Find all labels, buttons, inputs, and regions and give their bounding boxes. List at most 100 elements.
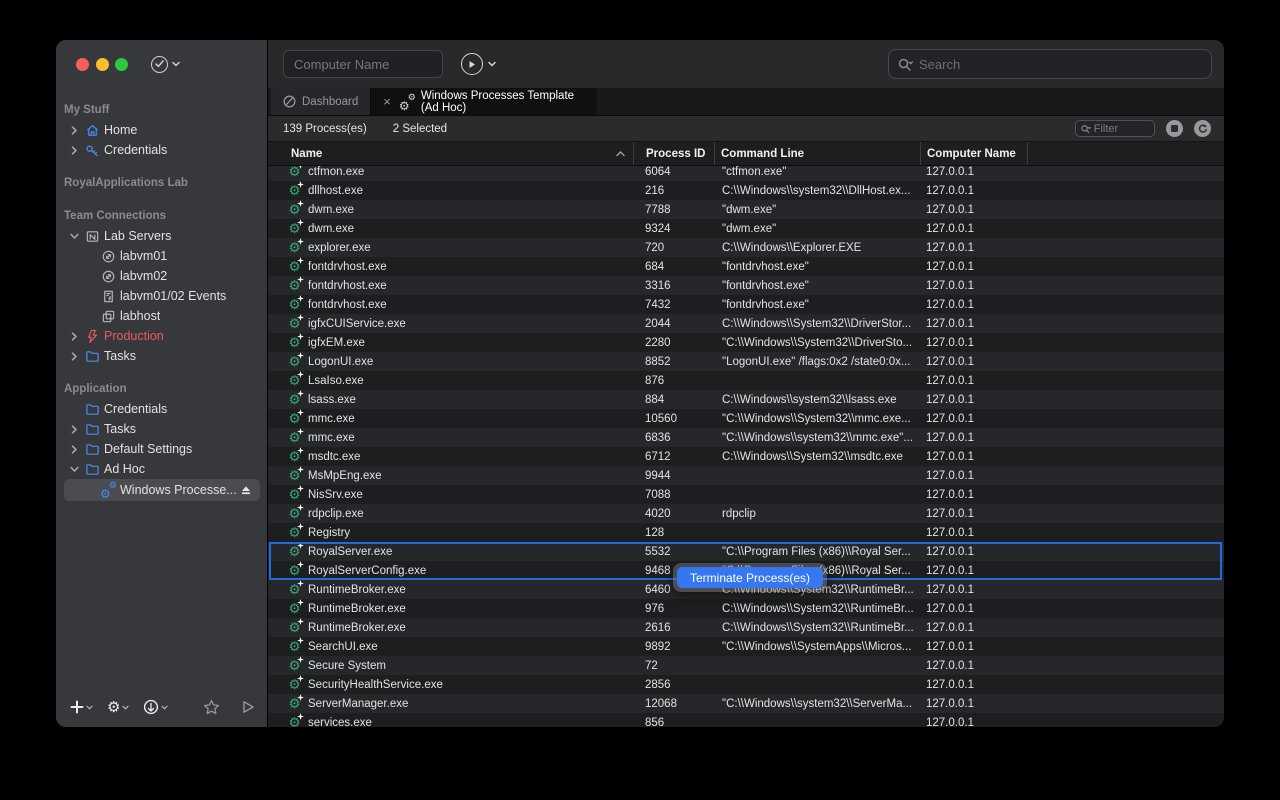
table-row[interactable]: ⚙RuntimeBroker.exe976C:\\Windows\\System… [268, 599, 1224, 618]
sidebar-item-tasks[interactable]: Tasks [56, 346, 267, 366]
table-row[interactable]: ⚙Registry128127.0.0.1 [268, 523, 1224, 542]
chevron-right-icon[interactable] [70, 425, 84, 434]
table-row[interactable]: ⚙explorer.exe720C:\\Windows\\Explorer.EX… [268, 238, 1224, 257]
command-line-cell [714, 485, 920, 504]
computer-name-input[interactable] [284, 51, 443, 77]
sidebar-item-production[interactable]: Production [56, 326, 267, 346]
table-row[interactable]: ⚙igfxEM.exe2280"C:\\Windows\\System32\\D… [268, 333, 1224, 352]
process-name-cell: ⚙SecurityHealthService.exe [268, 675, 633, 694]
process-name-cell: ⚙igfxEM.exe [268, 333, 633, 352]
column-header-computer-name[interactable]: Computer Name [920, 142, 1027, 165]
column-header-process-id[interactable]: Process ID [633, 142, 714, 165]
table-row[interactable]: ⚙dwm.exe7788"dwm.exe"127.0.0.1 [268, 200, 1224, 219]
terminate-tooltip: Terminate Process(es) [673, 563, 827, 592]
process-name-cell: ⚙dwm.exe [268, 200, 633, 219]
sidebar-item-labvm01[interactable]: labvm01 [56, 246, 267, 266]
connect-selected-button[interactable] [242, 700, 255, 714]
search-input[interactable] [919, 57, 1202, 72]
sidebar-section: RoyalApplications Lab [56, 173, 267, 193]
chevron-right-icon[interactable] [70, 352, 84, 361]
table-row[interactable]: ⚙RoyalServer.exe5532"C:\\Program Files (… [268, 542, 1224, 561]
command-line-cell: "C:\\Program Files (x86)\\Royal Ser... [714, 542, 920, 561]
chevron-right-icon[interactable] [70, 445, 84, 454]
table-row[interactable]: ⚙mmc.exe6836"C:\\Windows\\system32\\mmc.… [268, 428, 1224, 447]
folder-icon [84, 421, 100, 437]
table-row[interactable]: ⚙SecurityHealthService.exe2856127.0.0.1 [268, 675, 1224, 694]
table-row[interactable]: ⚙igfxCUIService.exe2044C:\\Windows\\Syst… [268, 314, 1224, 333]
sidebar-item-default-settings[interactable]: Default Settings [56, 439, 267, 459]
process-id-cell: 720 [633, 238, 714, 257]
table-row[interactable]: ⚙services.exe856127.0.0.1 [268, 713, 1224, 727]
sidebar-item-labvm01-02-events[interactable]: labvm01/02 Events [56, 286, 267, 306]
process-name-cell: ⚙LsaIso.exe [268, 371, 633, 390]
table-row[interactable]: ⚙fontdrvhost.exe7432"fontdrvhost.exe"127… [268, 295, 1224, 314]
stop-button[interactable] [1166, 120, 1183, 137]
command-line-cell [714, 523, 920, 542]
spacer-cell [1027, 276, 1224, 295]
table-row[interactable]: ⚙dwm.exe9324"dwm.exe"127.0.0.1 [268, 219, 1224, 238]
tab-dashboard[interactable]: Dashboard [271, 88, 371, 115]
computer-name-combobox[interactable] [283, 50, 443, 78]
computer-name-cell: 127.0.0.1 [920, 523, 1027, 542]
table-row[interactable]: ⚙MsMpEng.exe9944127.0.0.1 [268, 466, 1224, 485]
column-header-command-line[interactable]: Command Line [714, 142, 920, 165]
table-row[interactable]: ⚙mmc.exe10560"C:\\Windows\\System32\\mmc… [268, 409, 1224, 428]
filter-field[interactable] [1075, 120, 1155, 137]
add-object-button[interactable] [70, 700, 93, 714]
eject-icon[interactable] [240, 485, 252, 495]
process-id-cell: 6712 [633, 447, 714, 466]
chevron-right-icon[interactable] [70, 332, 84, 341]
sort-options-button[interactable] [143, 699, 168, 715]
run-template-button[interactable] [461, 53, 496, 75]
table-row[interactable]: ⚙msdtc.exe6712C:\\Windows\\System32\\msd… [268, 447, 1224, 466]
sidebar-item-credentials[interactable]: Credentials [56, 399, 267, 419]
sidebar-item-labvm02[interactable]: labvm02 [56, 266, 267, 286]
settings-menu-button[interactable]: ⚙ [107, 700, 129, 715]
sidebar-item-labhost[interactable]: labhost [56, 306, 267, 326]
table-row[interactable]: ⚙lsass.exe884C:\\Windows\\system32\\lsas… [268, 390, 1224, 409]
process-gear-icon: ⚙ [287, 297, 302, 312]
table-row[interactable]: ⚙ctfmon.exe6064"ctfmon.exe"127.0.0.1 [268, 166, 1224, 181]
table-row[interactable]: ⚙dllhost.exe216C:\\Windows\\system32\\Dl… [268, 181, 1224, 200]
terminate-processes-button[interactable]: Terminate Process(es) [677, 567, 823, 588]
spacer-cell [1027, 637, 1224, 656]
table-row[interactable]: ⚙Secure System72127.0.0.1 [268, 656, 1224, 675]
minimize-window-button[interactable] [96, 58, 109, 71]
table-row[interactable]: ⚙NisSrv.exe7088127.0.0.1 [268, 485, 1224, 504]
sidebar-item-label: Credentials [104, 143, 167, 157]
column-header-name[interactable]: Name [268, 142, 633, 165]
command-line-cell: "fontdrvhost.exe" [714, 295, 920, 314]
close-tab-icon[interactable]: × [383, 94, 391, 109]
process-id-cell: 5532 [633, 542, 714, 561]
chevron-down-icon[interactable] [70, 465, 84, 473]
table-row[interactable]: ⚙fontdrvhost.exe3316"fontdrvhost.exe"127… [268, 276, 1224, 295]
table-row[interactable]: ⚙SearchUI.exe9892"C:\\Windows\\SystemApp… [268, 637, 1224, 656]
sidebar-item-home[interactable]: Home [56, 120, 267, 140]
chevron-down-icon[interactable] [70, 232, 84, 240]
sidebar-item-lab-servers[interactable]: Lab Servers [56, 226, 267, 246]
table-row[interactable]: ⚙LsaIso.exe876127.0.0.1 [268, 371, 1224, 390]
table-row[interactable]: ⚙ServerManager.exe12068"C:\\Windows\\sys… [268, 694, 1224, 713]
sidebar-item-ad-hoc[interactable]: Ad Hoc [56, 459, 267, 479]
sidebar-item-tasks[interactable]: Tasks [56, 419, 267, 439]
gears-icon: ⚙⚙ [399, 94, 415, 110]
sidebar-item-credentials[interactable]: Credentials [56, 140, 267, 160]
table-row[interactable]: ⚙LogonUI.exe8852"LogonUI.exe" /flags:0x2… [268, 352, 1224, 371]
zoom-window-button[interactable] [115, 58, 128, 71]
process-name-cell: ⚙ServerManager.exe [268, 694, 633, 713]
search-field[interactable] [888, 49, 1212, 79]
refresh-button[interactable] [1194, 120, 1211, 137]
table-row[interactable]: ⚙rdpclip.exe4020rdpclip127.0.0.1 [268, 504, 1224, 523]
favorites-button[interactable] [203, 699, 220, 715]
process-gear-icon: ⚙ [287, 411, 302, 426]
connect-action-button[interactable] [151, 56, 180, 73]
sidebar-item-windows-processe[interactable]: ⚙⚙Windows Processe... [64, 479, 260, 501]
filter-input[interactable] [1094, 123, 1149, 135]
table-row[interactable]: ⚙fontdrvhost.exe684"fontdrvhost.exe"127.… [268, 257, 1224, 276]
chevron-right-icon[interactable] [70, 146, 84, 155]
chevron-right-icon[interactable] [70, 126, 84, 135]
table-row[interactable]: ⚙RuntimeBroker.exe2616C:\\Windows\\Syste… [268, 618, 1224, 637]
sidebar-item-label: labvm01 [120, 249, 167, 263]
tab-windows-processes[interactable]: × ⚙⚙ Windows Processes Template (Ad Hoc) [371, 88, 597, 115]
close-window-button[interactable] [76, 58, 89, 71]
